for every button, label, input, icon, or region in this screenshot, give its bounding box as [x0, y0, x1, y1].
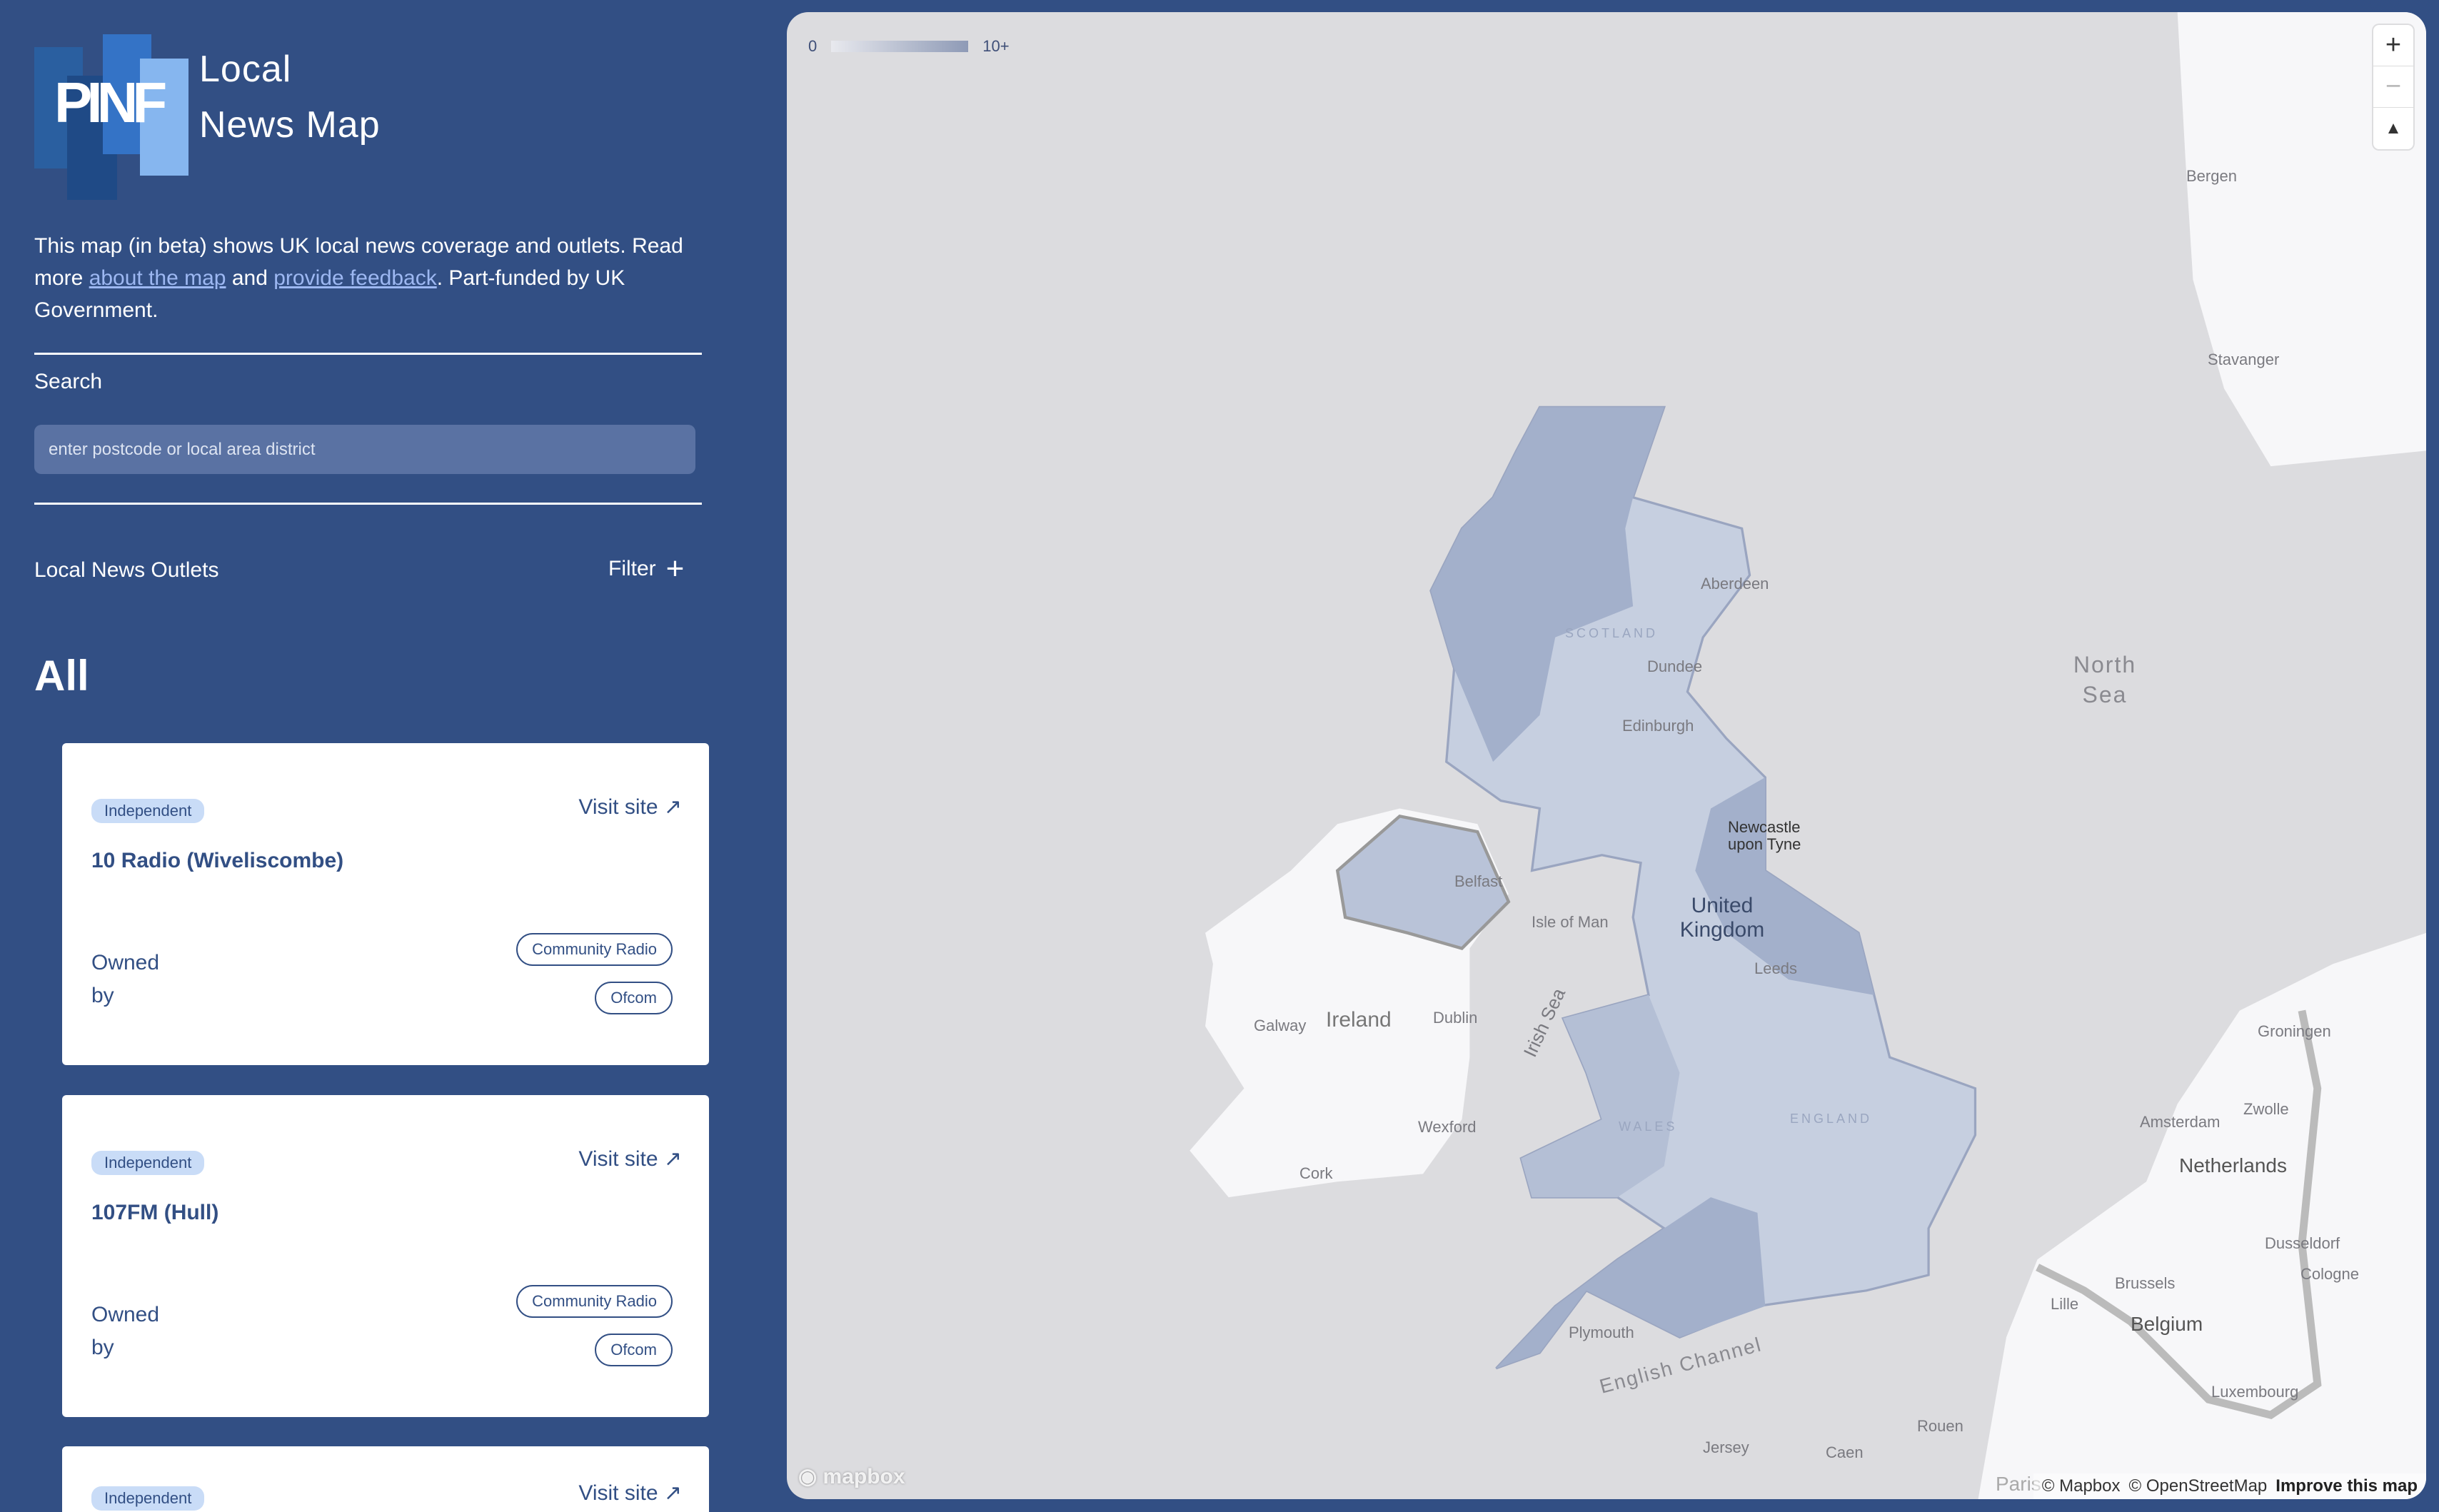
cologne-label: Cologne [2300, 1265, 2359, 1283]
owned-by-label: Owned by [91, 1303, 160, 1359]
ownership-badge: Independent [91, 799, 205, 823]
north-sea-label: North Sea [2073, 652, 2137, 707]
mapbox-logo[interactable]: ◉ mapbox [798, 1464, 905, 1489]
continent-land [1978, 932, 2426, 1499]
luxembourg-label: Luxembourg [2211, 1383, 2299, 1401]
dublin-label: Dublin [1433, 1009, 1478, 1027]
outlets-heading: All [34, 652, 89, 700]
type-tag: Community Radio [516, 933, 673, 966]
title-line-1: Local [199, 49, 292, 90]
plymouth-label: Plymouth [1569, 1324, 1634, 1341]
legend-max: 10+ [982, 37, 1010, 55]
title-line-2: News Map [199, 104, 381, 146]
england-label: ENGLAND [1790, 1112, 1873, 1126]
amsterdam-label: Amsterdam [2140, 1113, 2221, 1131]
divider [34, 353, 702, 355]
visit-site-link[interactable]: Visit site ↗ [578, 795, 682, 820]
compass-button[interactable]: ▲ [2373, 108, 2413, 149]
feedback-link[interactable]: provide feedback [273, 266, 437, 290]
osm-attribution-link[interactable]: © OpenStreetMap [2129, 1476, 2268, 1496]
cork-label: Cork [1299, 1164, 1333, 1182]
sidebar: PINF Local News Map This map (in beta) s… [0, 0, 787, 1512]
app-title: Local News Map [199, 41, 381, 153]
type-tag: Community Radio [516, 1285, 673, 1318]
outlet-card: Independent Visit site ↗ 107FM (Hull) Ow… [62, 1095, 709, 1417]
zoom-out-button[interactable]: − [2373, 66, 2413, 108]
wales-label: WALES [1619, 1119, 1678, 1134]
attribution: © Mapbox © OpenStreetMap Improve this ma… [2033, 1473, 2426, 1499]
edinburgh-label: Edinburgh [1622, 717, 1694, 735]
zoom-in-button[interactable]: + [2373, 25, 2413, 66]
owned-by-label: Owned by [91, 951, 160, 1007]
rouen-label: Rouen [1917, 1417, 1963, 1435]
stavanger-label: Stavanger [2208, 351, 2280, 368]
filter-button[interactable]: Filter + [608, 551, 685, 586]
groningen-label: Groningen [2258, 1022, 2331, 1040]
dundee-label: Dundee [1647, 657, 1703, 675]
divider [34, 503, 702, 505]
belgium-label: Belgium [2131, 1313, 2203, 1335]
search-label: Search [34, 370, 103, 393]
leeds-label: Leeds [1754, 959, 1797, 977]
ownership-badge: Independent [91, 1151, 205, 1175]
brussels-label: Brussels [2115, 1274, 2176, 1292]
mapbox-mark-icon: ◉ [798, 1465, 818, 1488]
intro-text: This map (in beta) shows UK local news c… [34, 230, 713, 326]
wexford-label: Wexford [1418, 1118, 1477, 1136]
outlet-card: Independent Visit site ↗ [62, 1446, 709, 1512]
pinf-logo[interactable]: PINF [34, 34, 191, 200]
newcastle-label: Newcastle upon Tyne [1728, 818, 1801, 853]
visit-site-link[interactable]: Visit site ↗ [578, 1481, 682, 1506]
map-controls: + − ▲ [2373, 25, 2413, 149]
outlet-title: 107FM (Hull) [91, 1201, 219, 1224]
legend-min: 0 [808, 37, 818, 55]
galway-label: Galway [1254, 1017, 1307, 1034]
map[interactable]: North Sea United Kingdom Ireland Isle of… [787, 12, 2426, 1499]
outlet-card: Independent Visit site ↗ 10 Radio (Wivel… [62, 743, 709, 1065]
ireland-label: Ireland [1326, 1008, 1392, 1032]
regulator-tag: Ofcom [595, 1334, 673, 1366]
improve-map-link[interactable]: Improve this map [2275, 1476, 2418, 1496]
aberdeen-label: Aberdeen [1701, 575, 1769, 593]
bergen-label: Bergen [2186, 167, 2237, 185]
mapbox-attribution-link[interactable]: © Mapbox [2042, 1476, 2121, 1496]
outlets-label: Local News Outlets [34, 558, 219, 582]
ownership-badge: Independent [91, 1486, 205, 1511]
caen-label: Caen [1826, 1443, 1864, 1461]
regulator-tag: Ofcom [595, 982, 673, 1014]
map-land [1190, 12, 2426, 1499]
lille-label: Lille [2051, 1295, 2079, 1313]
legend-gradient [831, 41, 969, 52]
netherlands-label: Netherlands [2179, 1154, 2287, 1176]
jersey-label: Jersey [1703, 1438, 1749, 1456]
search-input[interactable] [34, 425, 695, 474]
belfast-label: Belfast [1454, 872, 1503, 890]
isle-of-man-label: Isle of Man [1532, 913, 1609, 931]
visit-site-link[interactable]: Visit site ↗ [578, 1146, 682, 1171]
about-map-link[interactable]: about the map [89, 266, 226, 290]
mapbox-logo-text: mapbox [823, 1465, 905, 1488]
filter-label: Filter [608, 557, 656, 580]
uk-label: United Kingdom [1679, 894, 1765, 942]
plus-icon: + [665, 551, 685, 586]
choropleth-legend: 0 10+ [808, 37, 1010, 56]
outlet-title: 10 Radio (Wiveliscombe) [91, 849, 344, 872]
zwolle-label: Zwolle [2243, 1100, 2289, 1118]
dusseldorf-label: Dusseldorf [2265, 1234, 2340, 1252]
intro-text-2: and [226, 266, 274, 290]
scotland-label: SCOTLAND [1565, 626, 1659, 640]
